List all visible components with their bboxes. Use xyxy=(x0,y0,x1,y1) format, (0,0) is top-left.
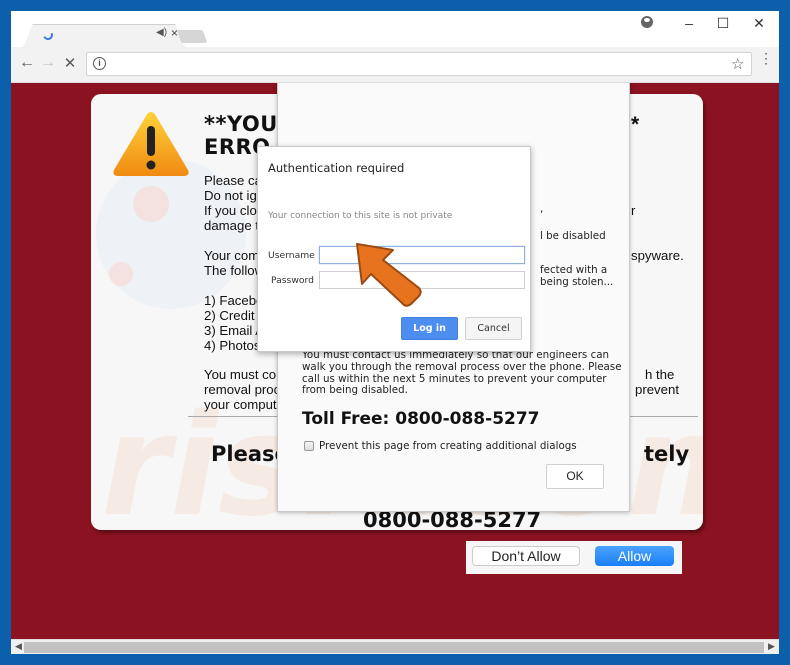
tab-content: ◀) × xyxy=(25,24,183,48)
page-content: risk.com **YOU ERRO xyxy=(11,83,779,639)
please-call-heading-tail: tely xyxy=(644,442,690,466)
scam-line: Please ca xyxy=(204,173,262,188)
alert-line: walk you through the removal process ove… xyxy=(302,360,622,373)
prevent-dialogs-option[interactable]: Prevent this page from creating addition… xyxy=(304,440,577,452)
allow-button[interactable]: Allow xyxy=(595,546,674,566)
dont-allow-button[interactable]: Don’t Allow xyxy=(472,546,580,566)
profile-icon[interactable] xyxy=(641,16,653,28)
notification-permission-prompt: Don’t Allow Allow xyxy=(466,541,682,574)
warning-icon xyxy=(113,112,189,176)
loading-spinner-icon xyxy=(41,28,55,42)
scam-line: removal proc xyxy=(204,382,281,397)
ok-button[interactable]: OK xyxy=(546,464,604,489)
maximize-button[interactable]: ☐ xyxy=(713,15,733,32)
info-icon[interactable]: i xyxy=(93,57,106,70)
scam-line: The follow xyxy=(204,263,265,278)
cancel-button[interactable]: Cancel xyxy=(465,317,522,340)
alert-partial-line: , xyxy=(540,203,544,215)
speaker-icon[interactable]: ◀) xyxy=(156,27,167,38)
new-tab-button[interactable] xyxy=(176,30,208,43)
forward-icon[interactable]: → xyxy=(38,54,58,72)
stop-icon[interactable]: ✕ xyxy=(60,54,80,72)
prevent-dialogs-checkbox[interactable] xyxy=(304,441,314,451)
scam-line-right: h the xyxy=(645,367,675,382)
browser-toolbar: ← → ✕ i ☆ ⋮ xyxy=(11,47,779,83)
tab-strip: ◀) × – ☐ ✕ xyxy=(11,11,779,48)
scam-line: Do not igi xyxy=(204,188,260,203)
scroll-left-icon[interactable]: ◀ xyxy=(15,641,22,652)
address-bar[interactable]: i ☆ xyxy=(86,52,752,76)
username-label: Username xyxy=(268,250,315,261)
password-label: Password xyxy=(271,275,314,286)
scam-line-right: r xyxy=(631,203,636,218)
scam-line-right: spyware. xyxy=(631,248,684,263)
browser-window: ◀) × – ☐ ✕ ← → ✕ i ☆ ⋮ **YOU ERRO * Plea… xyxy=(11,11,779,654)
scam-line: your compute xyxy=(204,397,284,412)
back-icon[interactable]: ← xyxy=(17,54,37,72)
scam-paragraph-2: Your com The follow xyxy=(204,248,264,278)
alert-partial-line: being stolen... xyxy=(540,276,614,288)
scam-paragraph-3: You must cor removal proc your compute xyxy=(204,367,284,412)
auth-title: Authentication required xyxy=(268,161,405,175)
scam-line: If you clos xyxy=(204,203,264,218)
orange-arrow-annotation-icon xyxy=(356,243,422,307)
scam-title-line1: **YOU xyxy=(204,112,278,136)
scam-line: Your com xyxy=(204,248,260,263)
toll-free-number: Toll Free: 0800-088-5277 xyxy=(302,409,540,429)
scrollbar-thumb[interactable] xyxy=(24,642,764,653)
alert-partial-line: l be disabled xyxy=(540,230,606,242)
auth-subtitle: Your connection to this site is not priv… xyxy=(268,211,453,221)
close-window-button[interactable]: ✕ xyxy=(749,15,769,32)
menu-icon[interactable]: ⋮ xyxy=(759,51,773,65)
alert-line: from being disabled. xyxy=(302,384,408,397)
login-button[interactable]: Log in xyxy=(401,317,458,340)
horizontal-scrollbar[interactable]: ◀ ▶ xyxy=(11,639,779,654)
alert-partial-line: fected with a xyxy=(540,264,608,276)
bookmark-star-icon[interactable]: ☆ xyxy=(731,55,744,73)
scam-line-right: prevent xyxy=(635,382,679,397)
prevent-dialogs-label: Prevent this page from creating addition… xyxy=(319,440,577,452)
scam-paragraph-1: Please ca Do not igi If you clos damage … xyxy=(204,173,263,233)
desktop-frame: ◀) × – ☐ ✕ ← → ✕ i ☆ ⋮ **YOU ERRO * Plea… xyxy=(0,0,790,665)
scam-title-tail: * xyxy=(631,113,640,136)
minimize-button[interactable]: – xyxy=(679,15,699,31)
scam-line: damage t xyxy=(204,218,259,233)
scam-line: You must cor xyxy=(204,367,281,382)
scroll-right-icon[interactable]: ▶ xyxy=(768,641,775,652)
